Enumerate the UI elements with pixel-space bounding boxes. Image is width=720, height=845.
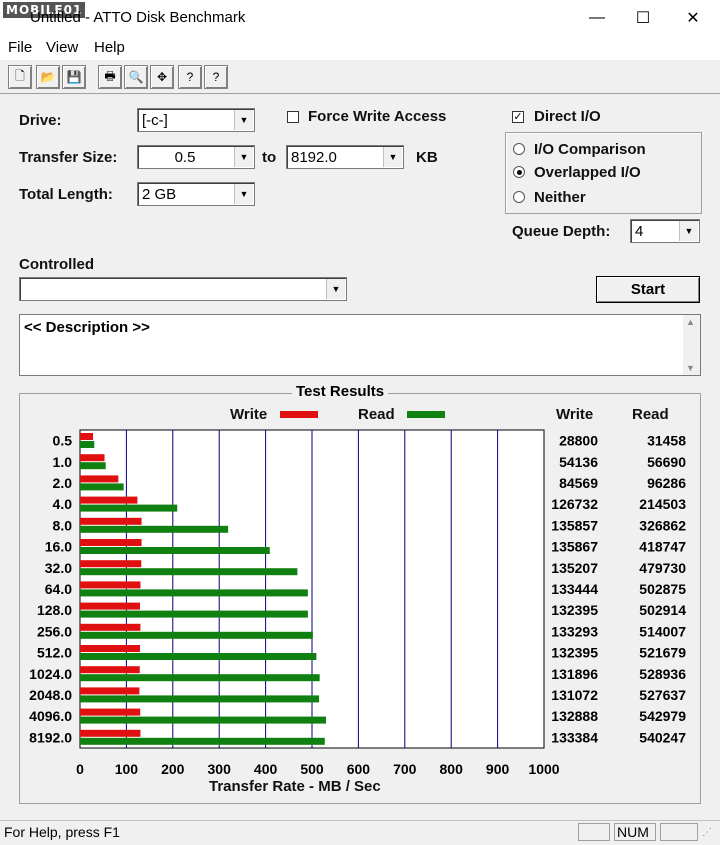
read-bar — [80, 695, 320, 703]
transfer-rate-chart: 0 100 200 300 400 500 600 700 800 900 1000 0.5 28800… — [29, 429, 686, 777]
write-value: 133384 — [551, 729, 598, 745]
x-tick-label: 500 — [300, 761, 324, 777]
write-value: 135207 — [551, 560, 598, 576]
y-tick-label: 4.0 — [53, 496, 73, 512]
write-value: 133444 — [551, 581, 598, 597]
write-bar — [80, 539, 142, 546]
resize-grip-icon[interactable]: ⋰ — [702, 827, 712, 838]
read-value: 502914 — [639, 602, 686, 618]
write-value: 133293 — [551, 623, 598, 639]
write-value: 135867 — [551, 539, 598, 555]
read-bar — [80, 568, 298, 576]
read-value: 214503 — [639, 496, 686, 512]
read-bar — [80, 653, 317, 660]
write-bar — [80, 729, 141, 737]
read-value: 56690 — [647, 454, 686, 470]
x-tick-label: 1000 — [528, 761, 559, 777]
read-bar — [80, 674, 320, 682]
y-tick-label: 1.0 — [53, 454, 73, 470]
status-panel-caps — [578, 823, 610, 841]
status-help-text: For Help, press F1 — [4, 824, 120, 840]
write-value: 131896 — [551, 666, 598, 682]
read-bar — [80, 737, 325, 745]
write-bar — [80, 666, 140, 674]
write-value: 84569 — [559, 475, 598, 491]
status-panel-num: NUM — [614, 823, 656, 841]
read-bar — [80, 631, 313, 639]
read-bar — [80, 504, 178, 512]
x-tick-label: 0 — [76, 761, 84, 777]
status-panel-scroll — [660, 823, 698, 841]
write-bar — [80, 560, 142, 568]
read-bar — [80, 610, 308, 618]
read-bar — [80, 589, 308, 597]
write-value: 132395 — [551, 602, 598, 618]
y-tick-label: 4096.0 — [29, 708, 72, 724]
read-value: 418747 — [639, 539, 686, 555]
y-tick-label: 1024.0 — [29, 666, 72, 682]
x-tick-label: 300 — [208, 761, 232, 777]
y-tick-label: 32.0 — [45, 560, 72, 576]
x-tick-label: 800 — [440, 761, 464, 777]
write-value: 54136 — [559, 454, 598, 470]
read-value: 540247 — [639, 729, 686, 745]
write-value: 132395 — [551, 645, 598, 661]
read-value: 521679 — [639, 645, 686, 661]
x-tick-label: 600 — [347, 761, 371, 777]
x-tick-label: 900 — [486, 761, 510, 777]
read-value: 542979 — [639, 708, 686, 724]
write-bar — [80, 517, 142, 525]
write-bar — [80, 454, 105, 462]
y-tick-label: 8.0 — [53, 517, 73, 533]
read-value: 528936 — [639, 666, 686, 682]
write-bar — [80, 475, 119, 483]
y-tick-label: 512.0 — [37, 645, 72, 661]
read-bar — [80, 462, 106, 470]
write-value: 28800 — [559, 433, 598, 449]
y-tick-label: 16.0 — [45, 539, 72, 555]
y-tick-label: 2.0 — [53, 475, 73, 491]
x-tick-label: 700 — [393, 761, 417, 777]
x-tick-label: 100 — [115, 761, 139, 777]
y-tick-label: 0.5 — [53, 433, 73, 449]
write-bar — [80, 623, 141, 631]
x-tick-label: 400 — [254, 761, 278, 777]
y-tick-label: 256.0 — [37, 623, 72, 639]
write-bar — [80, 645, 140, 652]
status-bar: For Help, press F1 NUM ⋰ — [0, 820, 720, 845]
write-value: 126732 — [551, 496, 598, 512]
write-bar — [80, 496, 138, 504]
read-value: 326862 — [639, 517, 686, 533]
x-axis-label: Transfer Rate - MB / Sec — [209, 778, 381, 795]
write-bar — [80, 687, 140, 695]
x-tick-label: 200 — [161, 761, 185, 777]
read-bar — [80, 525, 229, 533]
read-value: 479730 — [639, 560, 686, 576]
write-bar — [80, 433, 94, 440]
y-tick-label: 64.0 — [45, 581, 72, 597]
y-tick-label: 8192.0 — [29, 729, 72, 745]
read-bar — [80, 716, 327, 724]
y-tick-label: 2048.0 — [29, 687, 72, 703]
write-bar — [80, 708, 141, 716]
write-value: 131072 — [551, 687, 598, 703]
y-tick-label: 128.0 — [37, 602, 72, 618]
write-bar — [80, 602, 140, 610]
read-value: 96286 — [647, 475, 686, 491]
read-bar — [80, 483, 124, 491]
read-value: 527637 — [639, 687, 686, 703]
read-bar — [80, 441, 95, 448]
read-value: 31458 — [647, 433, 686, 449]
write-bar — [80, 581, 141, 589]
read-value: 514007 — [639, 623, 686, 639]
write-value: 132888 — [551, 708, 598, 724]
write-value: 135857 — [551, 517, 598, 533]
read-bar — [80, 547, 270, 554]
read-value: 502875 — [639, 581, 686, 597]
